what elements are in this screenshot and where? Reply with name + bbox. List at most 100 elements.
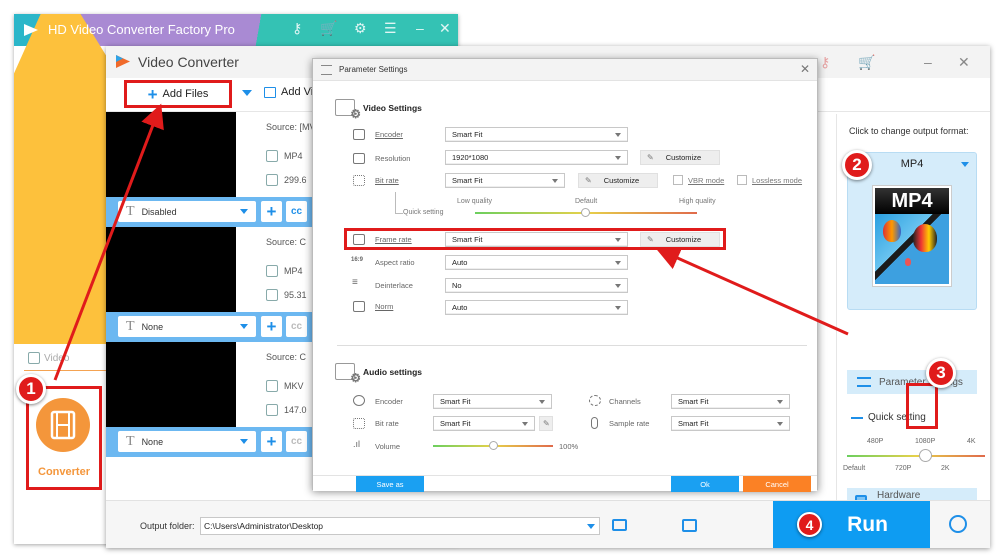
low-quality-label: Low quality [457, 198, 493, 205]
file-format: MP4 [284, 266, 303, 276]
video-settings-icon [335, 99, 361, 121]
subtitle-select[interactable]: T None [118, 316, 256, 337]
film-icon [50, 410, 76, 440]
video-encoder-label[interactable]: Encoder [375, 130, 403, 139]
quick-setting-slider[interactable] [847, 455, 985, 457]
format-icon [266, 380, 278, 392]
cart-icon[interactable]: 🛒 [858, 54, 875, 71]
aspect-ratio-select[interactable]: Auto [445, 255, 628, 270]
audio-bitrate-value: Smart Fit [440, 419, 471, 428]
add-subtitle-button[interactable]: + [261, 316, 282, 337]
key-icon[interactable]: ⚷ [820, 54, 830, 71]
cart-icon[interactable]: 🛒 [320, 20, 337, 37]
step-badge-1: 1 [16, 374, 46, 404]
output-folder-input[interactable]: C:\Users\Administrator\Desktop [200, 517, 600, 535]
step-badge-2: 2 [842, 150, 872, 180]
minimize-icon[interactable]: – [416, 20, 424, 36]
add-video-folder-button[interactable]: Add Vi [264, 86, 313, 98]
subtitle-select[interactable]: T None [118, 431, 256, 452]
converter-button[interactable] [36, 398, 90, 452]
checkbox[interactable] [673, 175, 683, 185]
video-bitrate-label[interactable]: Bit rate [375, 176, 399, 185]
video-tab-icon [28, 352, 40, 364]
bitrate-customize-button[interactable]: ✎ Customize [578, 173, 658, 188]
encoder-icon [353, 129, 365, 140]
gear-icon[interactable]: ⚙ [354, 20, 367, 37]
speaker-icon [353, 395, 365, 406]
minimize-icon[interactable]: – [924, 54, 932, 70]
vc-title: Video Converter [138, 54, 239, 70]
cc-button[interactable]: cc [286, 316, 307, 337]
video-settings-title: Video Settings [363, 102, 422, 113]
add-files-dropdown-icon[interactable] [242, 90, 252, 96]
microphone-icon [591, 417, 598, 429]
chevron-down-icon [240, 324, 248, 329]
quick-tick-2k: 2K [941, 465, 950, 472]
chevron-down-icon[interactable] [587, 524, 595, 529]
video-tab[interactable]: Video [28, 352, 69, 364]
text-icon: T [126, 433, 135, 449]
deinterlace-value: No [452, 281, 462, 290]
audio-encoder-label: Encoder [375, 397, 403, 406]
add-video-label: Add Vi [281, 86, 314, 98]
lossless-mode-label: Lossless mode [752, 175, 803, 185]
audio-bitrate-edit-button[interactable]: ✎ [539, 416, 553, 431]
cc-button[interactable]: cc [286, 431, 307, 452]
close-icon[interactable]: ✕ [800, 62, 810, 76]
close-icon[interactable]: ✕ [958, 54, 970, 71]
file-size: 147.0 [284, 405, 307, 415]
vbr-mode-checkbox[interactable]: VBR mode [673, 175, 724, 185]
add-subtitle-button[interactable]: + [261, 431, 282, 452]
norm-select[interactable]: Auto [445, 300, 628, 315]
file-item[interactable]: Source: [MV MP4 299.6 T Disabled + cc [106, 112, 316, 227]
add-subtitle-button[interactable]: + [261, 201, 282, 222]
video-bitrate-select[interactable]: Smart Fit [445, 173, 565, 188]
deinterlace-select[interactable]: No [445, 278, 628, 293]
file-size: 299.6 [284, 175, 307, 185]
cancel-button[interactable]: Cancel [743, 476, 811, 492]
sliders-icon [857, 377, 871, 387]
audio-bitrate-select[interactable]: Smart Fit [433, 416, 535, 431]
media-folder-icon[interactable] [682, 519, 697, 532]
norm-value: Auto [452, 303, 468, 312]
add-files-button[interactable]: + Add Files [124, 80, 232, 108]
ok-button[interactable]: Ok [671, 476, 739, 492]
chevron-down-icon [615, 306, 621, 310]
resolution-select[interactable]: 1920*1080 [445, 150, 628, 165]
volume-slider-thumb[interactable] [489, 441, 498, 450]
frame-rate-highlight [344, 228, 726, 250]
audio-bitrate-label: Bit rate [375, 419, 399, 428]
video-encoder-select[interactable]: Smart Fit [445, 127, 628, 142]
save-as-button[interactable]: Save as [356, 476, 424, 492]
video-thumbnail[interactable] [106, 112, 236, 197]
list-icon[interactable]: ☰ [384, 20, 397, 37]
plus-icon: + [147, 84, 158, 104]
file-item[interactable]: Source: C MP4 95.31 T None + cc [106, 227, 316, 342]
bottom-bar: Output folder: C:\Users\Administrator\De… [106, 500, 990, 548]
norm-label[interactable]: Norm [375, 302, 393, 311]
file-source: Source: C [266, 352, 307, 362]
quick-setting-thumb[interactable] [919, 449, 932, 462]
file-item[interactable]: Source: C MKV 147.0 T None + cc [106, 342, 316, 457]
cc-button[interactable]: cc [286, 201, 307, 222]
video-tab-label: Video [44, 352, 70, 364]
subtitle-value: Disabled [141, 206, 177, 217]
key-icon[interactable]: ⚷ [292, 20, 302, 37]
close-icon[interactable]: ✕ [439, 20, 451, 37]
chevron-down-icon [615, 284, 621, 288]
channels-select[interactable]: Smart Fit [671, 394, 790, 409]
quality-slider-thumb[interactable] [581, 208, 590, 217]
open-folder-icon[interactable] [612, 519, 627, 531]
video-thumbnail[interactable] [106, 342, 236, 427]
resolution-customize-button[interactable]: ✎ Customize [640, 150, 720, 165]
pencil-icon: ✎ [585, 176, 592, 185]
sample-rate-label: Sample rate [609, 419, 650, 428]
sample-rate-select[interactable]: Smart Fit [671, 416, 790, 431]
alarm-clock-icon[interactable] [949, 515, 967, 533]
subtitle-select[interactable]: T Disabled [118, 201, 256, 222]
quick-tick-4k: 4K [967, 438, 976, 445]
lossless-mode-checkbox[interactable]: Lossless mode [737, 175, 802, 185]
checkbox[interactable] [737, 175, 747, 185]
audio-encoder-select[interactable]: Smart Fit [433, 394, 552, 409]
video-thumbnail[interactable] [106, 227, 236, 312]
